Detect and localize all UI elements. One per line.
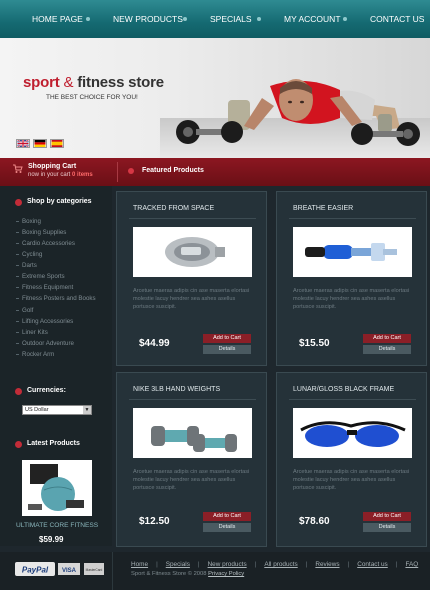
featured-bullet-icon	[128, 168, 134, 174]
sidebar-category-rocker-arm[interactable]: Rocker Arm	[15, 351, 54, 358]
hand-weights-icon[interactable]	[133, 408, 252, 458]
latest-bullet-icon	[15, 441, 22, 448]
footer-link-specials[interactable]: Specials	[166, 561, 190, 568]
product-price: $15.50	[299, 338, 330, 349]
sidebar-category-fitness-posters-and-books[interactable]: Fitness Posters and Books	[16, 295, 96, 302]
mastercard-logo-icon: MasterCard	[84, 563, 104, 575]
card-divider	[289, 218, 416, 219]
footer-link-reviews[interactable]: Reviews	[315, 561, 339, 568]
categories-bullet-icon	[15, 199, 22, 206]
footer-links: Home | Specials | New products | All produc…	[131, 561, 419, 568]
germany-flag-icon[interactable]	[33, 139, 47, 148]
details-button[interactable]: Details	[363, 523, 411, 532]
details-button[interactable]: Details	[363, 345, 411, 354]
nav-separator-dot	[183, 17, 187, 21]
nav-separator-dot	[86, 17, 90, 21]
footer-link-new-products[interactable]: New products	[208, 561, 247, 568]
sidebar-category-darts[interactable]: Darts	[16, 262, 37, 269]
product-description: Arcetue maeras adipis cin ase maserta el…	[133, 469, 250, 491]
sidebar-category-lifting-accessories[interactable]: Lifting Accessories	[15, 318, 73, 325]
core-fitness-ball-image[interactable]	[22, 460, 92, 516]
visa-logo-icon: VISA	[58, 563, 80, 575]
product-card: NIKE 3LB HAND WEIGHTS Arcetue maeras adip…	[116, 372, 267, 547]
product-price: $44.99	[139, 338, 170, 349]
product-description: Arcetue maeras adipis cin ase maserta el…	[293, 469, 410, 491]
add-to-cart-button[interactable]: Add to Cart	[203, 512, 251, 521]
sidebar-category-liner-kits[interactable]: Liner Kits	[16, 329, 48, 336]
sidebar-category-boxing-supplies[interactable]: Boxing Supplies	[15, 229, 66, 236]
sidebar-category-cycling[interactable]: Cycling	[15, 251, 42, 258]
product-description: Arcetue maeras adipis cin ase maserta el…	[133, 288, 250, 310]
nav-separator-dot	[343, 17, 347, 21]
add-to-cart-button[interactable]: Add to Cart	[203, 334, 251, 343]
product-title[interactable]: LUNAR/GLOSS BLACK FRAME	[293, 386, 394, 393]
currencies-heading: Currencies:	[27, 387, 66, 394]
shopping-cart-title[interactable]: Shopping Cart	[28, 163, 76, 170]
sidebar-category-fitness-equipment[interactable]: Fitness Equipment	[15, 284, 73, 291]
footer-divider	[112, 552, 113, 590]
sidebar-category-golf[interactable]: Golf	[15, 307, 33, 314]
sidebar-category-cardio-accessories[interactable]: Cardio Accessories	[16, 240, 75, 247]
cart-status: now in your cart 0 items	[28, 172, 93, 178]
spain-flag-icon[interactable]	[50, 139, 64, 148]
svg-text:VISA: VISA	[62, 568, 77, 574]
copyright: Sport & Fitness Store © 2008 Privacy Pol…	[131, 571, 245, 577]
footer-link-home[interactable]: Home	[131, 561, 148, 568]
top-nav: HOME PAGE NEW PRODUCTS SPECIALS MY ACCOU…	[0, 0, 430, 38]
store-logo[interactable]: sport & fitness store	[23, 74, 164, 91]
breathing-trainer-icon[interactable]	[293, 227, 412, 277]
featured-products-title: Featured Products	[142, 167, 204, 174]
tagline: THE BEST CHOICE FOR YOU!	[46, 94, 138, 101]
uk-flag-icon[interactable]	[16, 139, 30, 148]
nav-specials[interactable]: SPECIALS	[210, 0, 252, 38]
currency-select[interactable]: US Dollar ▼	[22, 405, 92, 415]
latest-product-price: $59.99	[39, 535, 64, 544]
chevron-down-icon: ▼	[83, 406, 91, 414]
add-to-cart-button[interactable]: Add to Cart	[363, 512, 411, 521]
privacy-policy-link[interactable]: Privacy Policy	[208, 571, 244, 577]
nav-new-products[interactable]: NEW PRODUCTS	[113, 0, 183, 38]
sidebar-category-extreme-sports[interactable]: Extreme Sports	[16, 273, 65, 280]
paypal-logo-icon: PayPal	[15, 562, 55, 576]
add-to-cart-button[interactable]: Add to Cart	[363, 334, 411, 343]
footer-link-contact-us[interactable]: Contact us	[357, 561, 388, 568]
sunglasses-icon[interactable]	[293, 408, 412, 458]
pedometer-icon[interactable]	[133, 227, 252, 277]
product-title[interactable]: TRACKED FROM SPACE	[133, 205, 214, 212]
details-button[interactable]: Details	[203, 523, 251, 532]
product-description: Arcetue maeras adipis cin ase maserta el…	[293, 288, 410, 310]
bar-divider	[117, 162, 118, 182]
nav-my-account[interactable]: MY ACCOUNT	[284, 0, 341, 38]
product-card: BREATHE EASIER Arcetue maeras adipis cin …	[276, 191, 427, 366]
sidebar-category-boxing[interactable]: Boxing	[16, 218, 41, 225]
svg-text:PayPal: PayPal	[22, 566, 49, 575]
language-flags	[16, 139, 64, 148]
footer-link-faq[interactable]: FAQ	[405, 561, 418, 568]
svg-text:MasterCard: MasterCard	[86, 568, 103, 572]
product-title[interactable]: BREATHE EASIER	[293, 205, 353, 212]
footer-link-all-products[interactable]: All products	[264, 561, 297, 568]
product-price: $78.60	[299, 516, 330, 527]
card-divider	[129, 218, 256, 219]
product-card: LUNAR/GLOSS BLACK FRAME Arcetue maeras ad…	[276, 372, 427, 547]
latest-products-heading: Latest Products	[27, 440, 80, 447]
categories-heading: Shop by categories	[27, 198, 92, 205]
product-price: $12.50	[139, 516, 170, 527]
hero-banner: sport & fitness store THE BEST CHOICE FO…	[0, 38, 430, 158]
page: HOME PAGE NEW PRODUCTS SPECIALS MY ACCOU…	[0, 0, 430, 590]
card-divider	[129, 399, 256, 400]
cart-item-count[interactable]: 0 items	[72, 172, 93, 178]
details-button[interactable]: Details	[203, 345, 251, 354]
nav-contact-us[interactable]: CONTACT US	[370, 0, 424, 38]
nav-home[interactable]: HOME PAGE	[32, 0, 83, 38]
product-card: TRACKED FROM SPACE Arcetue maeras adipis …	[116, 191, 267, 366]
latest-product-name[interactable]: ULTIMATE CORE FITNESS	[16, 522, 98, 529]
product-title[interactable]: NIKE 3LB HAND WEIGHTS	[133, 386, 220, 393]
sidebar-category-outdoor-adventure[interactable]: Outdoor Adventure	[16, 340, 74, 347]
shopping-cart-icon[interactable]	[13, 164, 23, 174]
nav-separator-dot	[257, 17, 261, 21]
card-divider	[289, 399, 416, 400]
currencies-bullet-icon	[15, 388, 22, 395]
